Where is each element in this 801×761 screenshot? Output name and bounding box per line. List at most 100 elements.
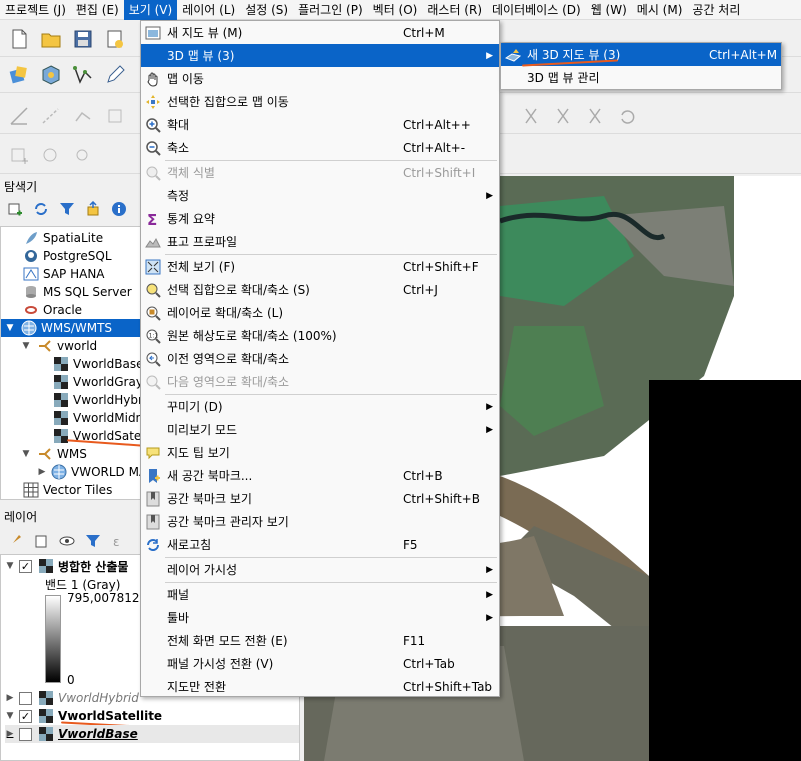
menu-processing[interactable]: 공간 처리 <box>687 0 745 20</box>
layer-visibility-checkbox[interactable]: ✓ <box>19 709 32 723</box>
menu-edit[interactable]: 편집 (E) <box>71 0 124 20</box>
menu-item-3d-map-view[interactable]: 3D 맵 뷰 (3) ▶ <box>141 44 499 67</box>
edit-pencil-icon[interactable] <box>102 62 128 88</box>
open-project-icon[interactable] <box>38 26 64 52</box>
menu-item-pan[interactable]: 맵 이동 <box>141 67 499 90</box>
menu-vector[interactable]: 벡터 (O) <box>368 0 423 20</box>
layer-vworldbase[interactable]: ▶ VworldBase <box>5 725 299 743</box>
menu-item-layer-visibility[interactable]: 레이어 가시성 ▶ <box>141 558 499 581</box>
collapse-arrow-icon[interactable]: ▶ <box>5 693 15 703</box>
copy-feature-icon[interactable] <box>550 103 576 129</box>
cut-feature-icon[interactable] <box>518 103 544 129</box>
menu-item-identify[interactable]: 객체 식별 Ctrl+Shift+I <box>141 161 499 184</box>
new-print-layout-icon[interactable] <box>102 26 128 52</box>
menu-item-decorations[interactable]: 꾸미기 (D) ▶ <box>141 395 499 418</box>
tree-item-vector-tiles[interactable]: Vector Tiles <box>23 481 112 499</box>
menu-item-measure[interactable]: 측정 ▶ <box>141 184 499 207</box>
menu-item-new-bookmark[interactable]: 새 공간 북마크... Ctrl+B <box>141 464 499 487</box>
info-icon[interactable] <box>110 200 128 218</box>
menu-item-manage-3d-views[interactable]: 3D 맵 뷰 관리 <box>501 66 781 89</box>
expression-filter-icon[interactable]: ε <box>110 532 128 550</box>
menu-view[interactable]: 보기 (V) <box>123 0 178 20</box>
menu-database[interactable]: 데이터베이스 (D) <box>487 0 586 20</box>
digitize-line-icon[interactable] <box>38 103 64 129</box>
layer-visibility-checkbox[interactable] <box>19 727 32 741</box>
add-feature-icon[interactable] <box>6 143 32 169</box>
menu-mesh[interactable]: 메시 (M) <box>632 0 688 20</box>
tree-item-sap-hana[interactable]: SAP HANA <box>23 265 105 283</box>
tree-item-vworldhybrid[interactable]: VworldHybri <box>53 391 146 409</box>
expand-arrow-icon[interactable]: ▼ <box>21 341 31 351</box>
menu-item-toggle-panels[interactable]: 패널 가시성 전환 (V) Ctrl+Tab <box>141 652 499 675</box>
menu-item-preview-mode[interactable]: 미리보기 모드 ▶ <box>141 418 499 441</box>
filter-icon[interactable] <box>58 200 76 218</box>
collapse-arrow-icon[interactable]: ▶ <box>5 729 15 739</box>
menu-item-panels[interactable]: 패널 ▶ <box>141 583 499 606</box>
menu-item-zoom-last[interactable]: 이전 영역으로 확대/축소 <box>141 347 499 370</box>
menu-item-map-tips[interactable]: 지도 팁 보기 <box>141 441 499 464</box>
menu-item-zoom-next[interactable]: 다음 영역으로 확대/축소 <box>141 370 499 393</box>
select-features-icon[interactable] <box>38 143 64 169</box>
refresh-icon[interactable] <box>32 200 50 218</box>
layer-visibility-checkbox[interactable]: ✓ <box>19 559 32 573</box>
tree-item-wms[interactable]: ▼ WMS <box>21 445 87 463</box>
tree-item-vworldgray[interactable]: VworldGray <box>53 373 143 391</box>
measure-angle-icon[interactable] <box>6 103 32 129</box>
layer-visibility-checkbox[interactable] <box>19 691 32 705</box>
style-layer-icon[interactable] <box>6 532 24 550</box>
deselect-icon[interactable] <box>70 143 96 169</box>
menu-item-zoom-selection[interactable]: 선택 집합으로 확대/축소 (S) Ctrl+J <box>141 278 499 301</box>
tree-item-vworldbase[interactable]: VworldBase <box>53 355 143 373</box>
add-vector-layer-icon[interactable] <box>38 62 64 88</box>
menu-item-refresh[interactable]: 새로고침 F5 <box>141 533 499 556</box>
tree-item-spatialite[interactable]: SpatiaLite <box>23 229 103 247</box>
3d-map-view-submenu: 새 3D 지도 뷰 (3) Ctrl+Alt+M 3D 맵 뷰 관리 <box>500 42 782 90</box>
add-group-icon[interactable] <box>32 532 50 550</box>
expand-arrow-icon[interactable]: ▼ <box>5 561 15 571</box>
expand-arrow-icon[interactable]: ▼ <box>5 323 15 333</box>
menu-item-new-map-view[interactable]: 새 지도 뷰 (M) Ctrl+M <box>141 21 499 44</box>
menu-item-fullscreen[interactable]: 전체 화면 모드 전환 (E) F11 <box>141 629 499 652</box>
save-project-icon[interactable] <box>70 26 96 52</box>
menu-layer[interactable]: 레이어 (L) <box>177 0 240 20</box>
expand-arrow-icon[interactable]: ▼ <box>5 711 15 721</box>
visibility-eye-icon[interactable] <box>58 532 76 550</box>
data-source-manager-icon[interactable] <box>6 62 32 88</box>
tree-item-vworld[interactable]: ▼ vworld <box>21 337 98 355</box>
expand-arrow-icon[interactable]: ▼ <box>21 449 31 459</box>
vertex-tool-icon[interactable] <box>70 103 96 129</box>
menu-raster[interactable]: 래스터 (R) <box>422 0 487 20</box>
menu-item-toolbars[interactable]: 툴바 ▶ <box>141 606 499 629</box>
tree-item-postgresql[interactable]: PostgreSQL <box>23 247 112 265</box>
filter-legend-icon[interactable] <box>84 532 102 550</box>
menu-item-zoom-full[interactable]: 전체 보기 (F) Ctrl+Shift+F <box>141 255 499 278</box>
undo-icon[interactable] <box>614 103 640 129</box>
tree-item-mssql[interactable]: MS SQL Server <box>23 283 132 301</box>
tree-item-vworldmidnight[interactable]: VworldMidn <box>53 409 143 427</box>
add-selected-layers-icon[interactable] <box>6 200 24 218</box>
tree-item-oracle[interactable]: Oracle <box>23 301 82 319</box>
menu-item-map-only[interactable]: 지도만 전환 Ctrl+Shift+Tab <box>141 675 499 698</box>
menu-item-statistical-summary[interactable]: Σ 통계 요약 <box>141 207 499 230</box>
move-feature-icon[interactable] <box>102 103 128 129</box>
menu-plugins[interactable]: 플러그인 (P) <box>293 0 368 20</box>
menu-web[interactable]: 웹 (W) <box>586 0 632 20</box>
menu-item-elevation-profile[interactable]: 표고 프로파일 <box>141 230 499 253</box>
menu-item-show-bookmarks[interactable]: 공간 북마크 보기 Ctrl+Shift+B <box>141 487 499 510</box>
menu-item-zoom-in[interactable]: 확대 Ctrl+Alt++ <box>141 113 499 136</box>
layer-vworldhybrid[interactable]: ▶ VworldHybrid <box>5 689 139 707</box>
menu-settings[interactable]: 설정 (S) <box>240 0 293 20</box>
menu-project[interactable]: 프로젝트 (J) <box>0 0 71 20</box>
tree-item-vworld-map[interactable]: ▶ VWORLD MA <box>37 463 147 481</box>
new-project-icon[interactable] <box>6 26 32 52</box>
collapse-arrow-icon[interactable]: ▶ <box>37 467 47 477</box>
menu-item-pan-to-selection[interactable]: 선택한 집합으로 맵 이동 <box>141 90 499 113</box>
menu-item-zoom-actual[interactable]: 1:1 원본 해상도로 확대/축소 (100%) <box>141 324 499 347</box>
paste-feature-icon[interactable] <box>582 103 608 129</box>
digitize-icon[interactable] <box>70 62 96 88</box>
menu-item-bookmark-manager[interactable]: 공간 북마크 관리자 보기 <box>141 510 499 533</box>
collapse-all-icon[interactable] <box>84 200 102 218</box>
menu-item-zoom-layer[interactable]: 레이어로 확대/축소 (L) <box>141 301 499 324</box>
layer-merged-output[interactable]: ▼ ✓ 병합한 산출물 <box>5 557 128 575</box>
menu-item-zoom-out[interactable]: 축소 Ctrl+Alt+- <box>141 136 499 159</box>
